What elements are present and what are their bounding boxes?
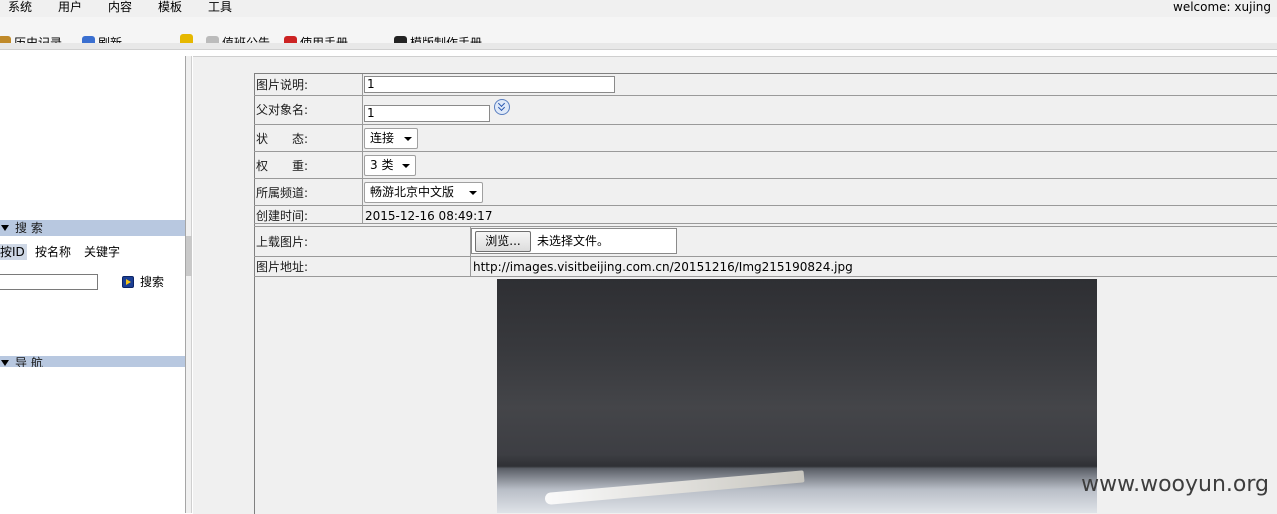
weight-label: 权 重: xyxy=(256,159,309,173)
row-divider xyxy=(254,205,1277,206)
weight-select[interactable]: 3 类 xyxy=(364,155,416,176)
notice-icon xyxy=(206,36,219,43)
row-divider xyxy=(254,276,1277,277)
search-tab-keyword[interactable]: 关键字 xyxy=(84,244,120,260)
star-icon xyxy=(180,34,193,43)
panel-splitter[interactable] xyxy=(185,56,192,513)
toolbar-notice-button[interactable]: 值班公告 xyxy=(206,34,270,43)
caption-input[interactable]: 1 xyxy=(364,76,615,93)
toolbar-label: 值班公告 xyxy=(222,36,271,43)
status-label: 状 态: xyxy=(256,132,309,146)
row-divider xyxy=(254,95,1277,96)
no-file-text: 未选择文件。 xyxy=(537,234,610,248)
weight-value: 3 类 xyxy=(370,158,394,172)
created-value: 2015-12-16 08:49:17 xyxy=(365,209,493,223)
preview-border xyxy=(254,277,255,513)
channel-label: 所属频道: xyxy=(256,186,309,200)
row-divider xyxy=(254,151,1277,152)
dropdown-caret-icon xyxy=(469,190,477,195)
row-divider xyxy=(254,124,1277,125)
template-manual-icon xyxy=(394,36,407,43)
row-divider xyxy=(254,178,1277,179)
toolbar-label: 模版制作手册 xyxy=(410,36,483,43)
search-button[interactable]: 搜索 xyxy=(140,274,164,290)
search-input[interactable] xyxy=(0,274,98,290)
expand-chevron-icon[interactable] xyxy=(494,99,510,115)
created-label: 创建时间: xyxy=(256,209,309,223)
toolbar-label: 历史记录 xyxy=(14,36,63,43)
parent-input[interactable]: 1 xyxy=(364,105,490,122)
channel-value: 畅游北京中文版 xyxy=(370,185,455,199)
search-section-header[interactable]: 搜 索 xyxy=(0,220,185,236)
collapse-triangle-icon xyxy=(1,225,9,231)
toolbar-label: 使用手册 xyxy=(300,36,349,43)
url-value: http://images.visitbeijing.com.cn/201512… xyxy=(473,260,853,274)
search-section-title: 搜 索 xyxy=(15,221,43,235)
refresh-icon xyxy=(82,36,95,43)
collapse-triangle-icon xyxy=(1,360,9,366)
status-value: 连接 xyxy=(370,131,395,145)
toolbar-manual-button[interactable]: 使用手册 xyxy=(284,34,348,43)
menu-user[interactable]: 用户 xyxy=(58,0,82,15)
toolbar-separator xyxy=(0,43,1277,50)
history-icon xyxy=(0,36,11,43)
browse-button[interactable]: 浏览... xyxy=(475,231,531,252)
channel-select[interactable]: 畅游北京中文版 xyxy=(364,182,483,203)
watermark: www.wooyun.org xyxy=(1081,472,1269,497)
status-select[interactable]: 连接 xyxy=(364,128,418,149)
menu-tools[interactable]: 工具 xyxy=(208,0,232,15)
menu-bar xyxy=(0,0,1277,17)
search-tab-by-id[interactable]: 按ID xyxy=(0,244,27,260)
nav-section-header[interactable]: 导 航 xyxy=(0,356,185,367)
menu-content[interactable]: 内容 xyxy=(108,0,132,15)
toolbar: 历史记录 刷新 值班公告 使用手册 模版制作手册 xyxy=(0,17,1277,43)
toolbar-refresh-button[interactable]: 刷新 xyxy=(82,34,122,43)
nav-section-title: 导 航 xyxy=(15,356,43,367)
manual-icon xyxy=(284,36,297,43)
column-divider xyxy=(362,74,363,224)
url-label: 图片地址: xyxy=(256,260,309,274)
toolbar-star-button[interactable] xyxy=(180,34,193,43)
menu-system[interactable]: 系统 xyxy=(8,0,32,15)
toolbar-history-button[interactable]: 历史记录 xyxy=(0,34,62,43)
caption-label: 图片说明: xyxy=(256,78,309,92)
welcome-text: welcome: xujing xyxy=(1173,0,1271,14)
toolbar-template-manual-button[interactable]: 模版制作手册 xyxy=(394,34,482,43)
dropdown-caret-icon xyxy=(402,163,410,168)
search-tab-by-name[interactable]: 按名称 xyxy=(35,244,71,260)
dropdown-caret-icon xyxy=(404,136,412,141)
splitter-grip[interactable] xyxy=(186,236,192,276)
menu-template[interactable]: 模板 xyxy=(158,0,182,15)
row-divider xyxy=(254,226,1277,227)
upload-label: 上载图片: xyxy=(256,235,309,249)
parent-label: 父对象名: xyxy=(256,103,309,117)
toolbar-label: 刷新 xyxy=(98,36,123,43)
row-divider xyxy=(254,256,1277,257)
search-go-icon[interactable] xyxy=(122,276,134,288)
